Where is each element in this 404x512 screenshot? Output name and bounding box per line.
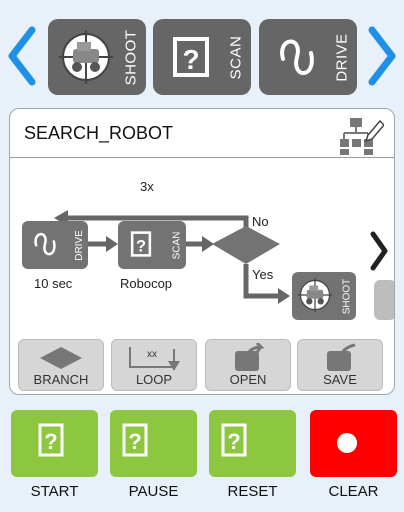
svg-text:?: ? — [227, 429, 240, 454]
start-label: START — [30, 483, 79, 500]
next-commands-button[interactable] — [364, 24, 400, 88]
block-label: SCAN — [171, 231, 183, 259]
pause-button[interactable]: ? — [110, 410, 197, 477]
tool-row: BRANCH xx LOOP OPEN SAVE — [10, 339, 394, 391]
block-label: SHOOT — [341, 278, 353, 314]
program-canvas: 3x No Yes DRIVE 10 sec ? SCAN Robocop SH… — [10, 158, 394, 336]
unknown-block-icon: ? — [221, 423, 247, 457]
tablet-open-icon — [206, 343, 290, 373]
command-label: DRIVE — [333, 32, 351, 82]
program-block-drive[interactable]: DRIVE — [22, 221, 88, 269]
chevron-right-icon — [370, 231, 388, 271]
pause-label: PAUSE — [128, 483, 179, 500]
branch-button[interactable]: BRANCH — [18, 339, 104, 391]
unknown-block-icon: ? — [38, 423, 64, 457]
branch-diamond[interactable] — [212, 226, 280, 264]
chevron-right-icon — [368, 26, 396, 86]
command-tile-drive[interactable]: DRIVE — [259, 19, 357, 95]
program-title: SEARCH_ROBOT — [24, 123, 174, 143]
command-label: SCAN — [227, 35, 245, 79]
command-label: SHOOT — [122, 29, 140, 85]
start-button[interactable]: ? — [11, 410, 98, 477]
unknown-block-icon: ? — [122, 225, 160, 263]
tool-label: OPEN — [229, 372, 267, 387]
tool-label: LOOP — [135, 372, 173, 387]
loop-count-label: 3x — [140, 179, 154, 194]
scroll-right-button[interactable] — [368, 230, 390, 272]
loop-arrow-icon: xx — [112, 343, 196, 373]
open-button[interactable]: OPEN — [205, 339, 291, 391]
reset-button[interactable]: ? — [209, 410, 296, 477]
block-label: DRIVE — [73, 229, 85, 261]
loop-button[interactable]: xx LOOP — [111, 339, 197, 391]
loop-badge: xx — [147, 349, 157, 360]
tool-label: BRANCH — [33, 372, 89, 387]
prev-commands-button[interactable] — [4, 24, 40, 88]
crosshair-robot-icon — [56, 27, 116, 87]
svg-text:?: ? — [128, 429, 141, 454]
clear-label: CLEAR — [328, 483, 379, 500]
squiggle-icon — [267, 27, 327, 87]
block-caption: 10 sec — [34, 276, 73, 291]
block-caption: Robocop — [120, 276, 173, 291]
tool-label: SAVE — [323, 372, 357, 387]
branch-yes-label: Yes — [252, 267, 274, 282]
svg-text:?: ? — [136, 238, 146, 256]
tablet-save-icon — [298, 343, 382, 373]
svg-text:?: ? — [182, 44, 199, 75]
program-block-scan[interactable]: ? SCAN — [118, 221, 186, 269]
command-tile-scan[interactable]: ? SCAN — [153, 19, 251, 95]
diamond-icon — [19, 343, 103, 373]
reset-label: RESET — [227, 483, 278, 500]
clear-button[interactable] — [310, 410, 397, 477]
squiggle-icon — [26, 225, 64, 263]
save-button[interactable]: SAVE — [297, 339, 383, 391]
unknown-block-icon: ? — [122, 423, 148, 457]
unknown-block-icon: ? — [161, 27, 221, 87]
program-block-shoot[interactable]: SHOOT — [292, 272, 356, 320]
program-panel: SEARCH_ROBOT 3x No Yes DRIVE 10 sec ? SC… — [9, 108, 395, 395]
branch-no-label: No — [252, 214, 269, 229]
program-block-partial[interactable] — [374, 280, 394, 320]
record-dot-icon — [337, 433, 357, 453]
chevron-left-icon — [8, 26, 36, 86]
flowchart-edit-icon[interactable] — [340, 115, 386, 155]
crosshair-robot-icon — [296, 276, 334, 314]
svg-text:?: ? — [44, 429, 57, 454]
command-tile-shoot[interactable]: SHOOT — [48, 19, 146, 95]
